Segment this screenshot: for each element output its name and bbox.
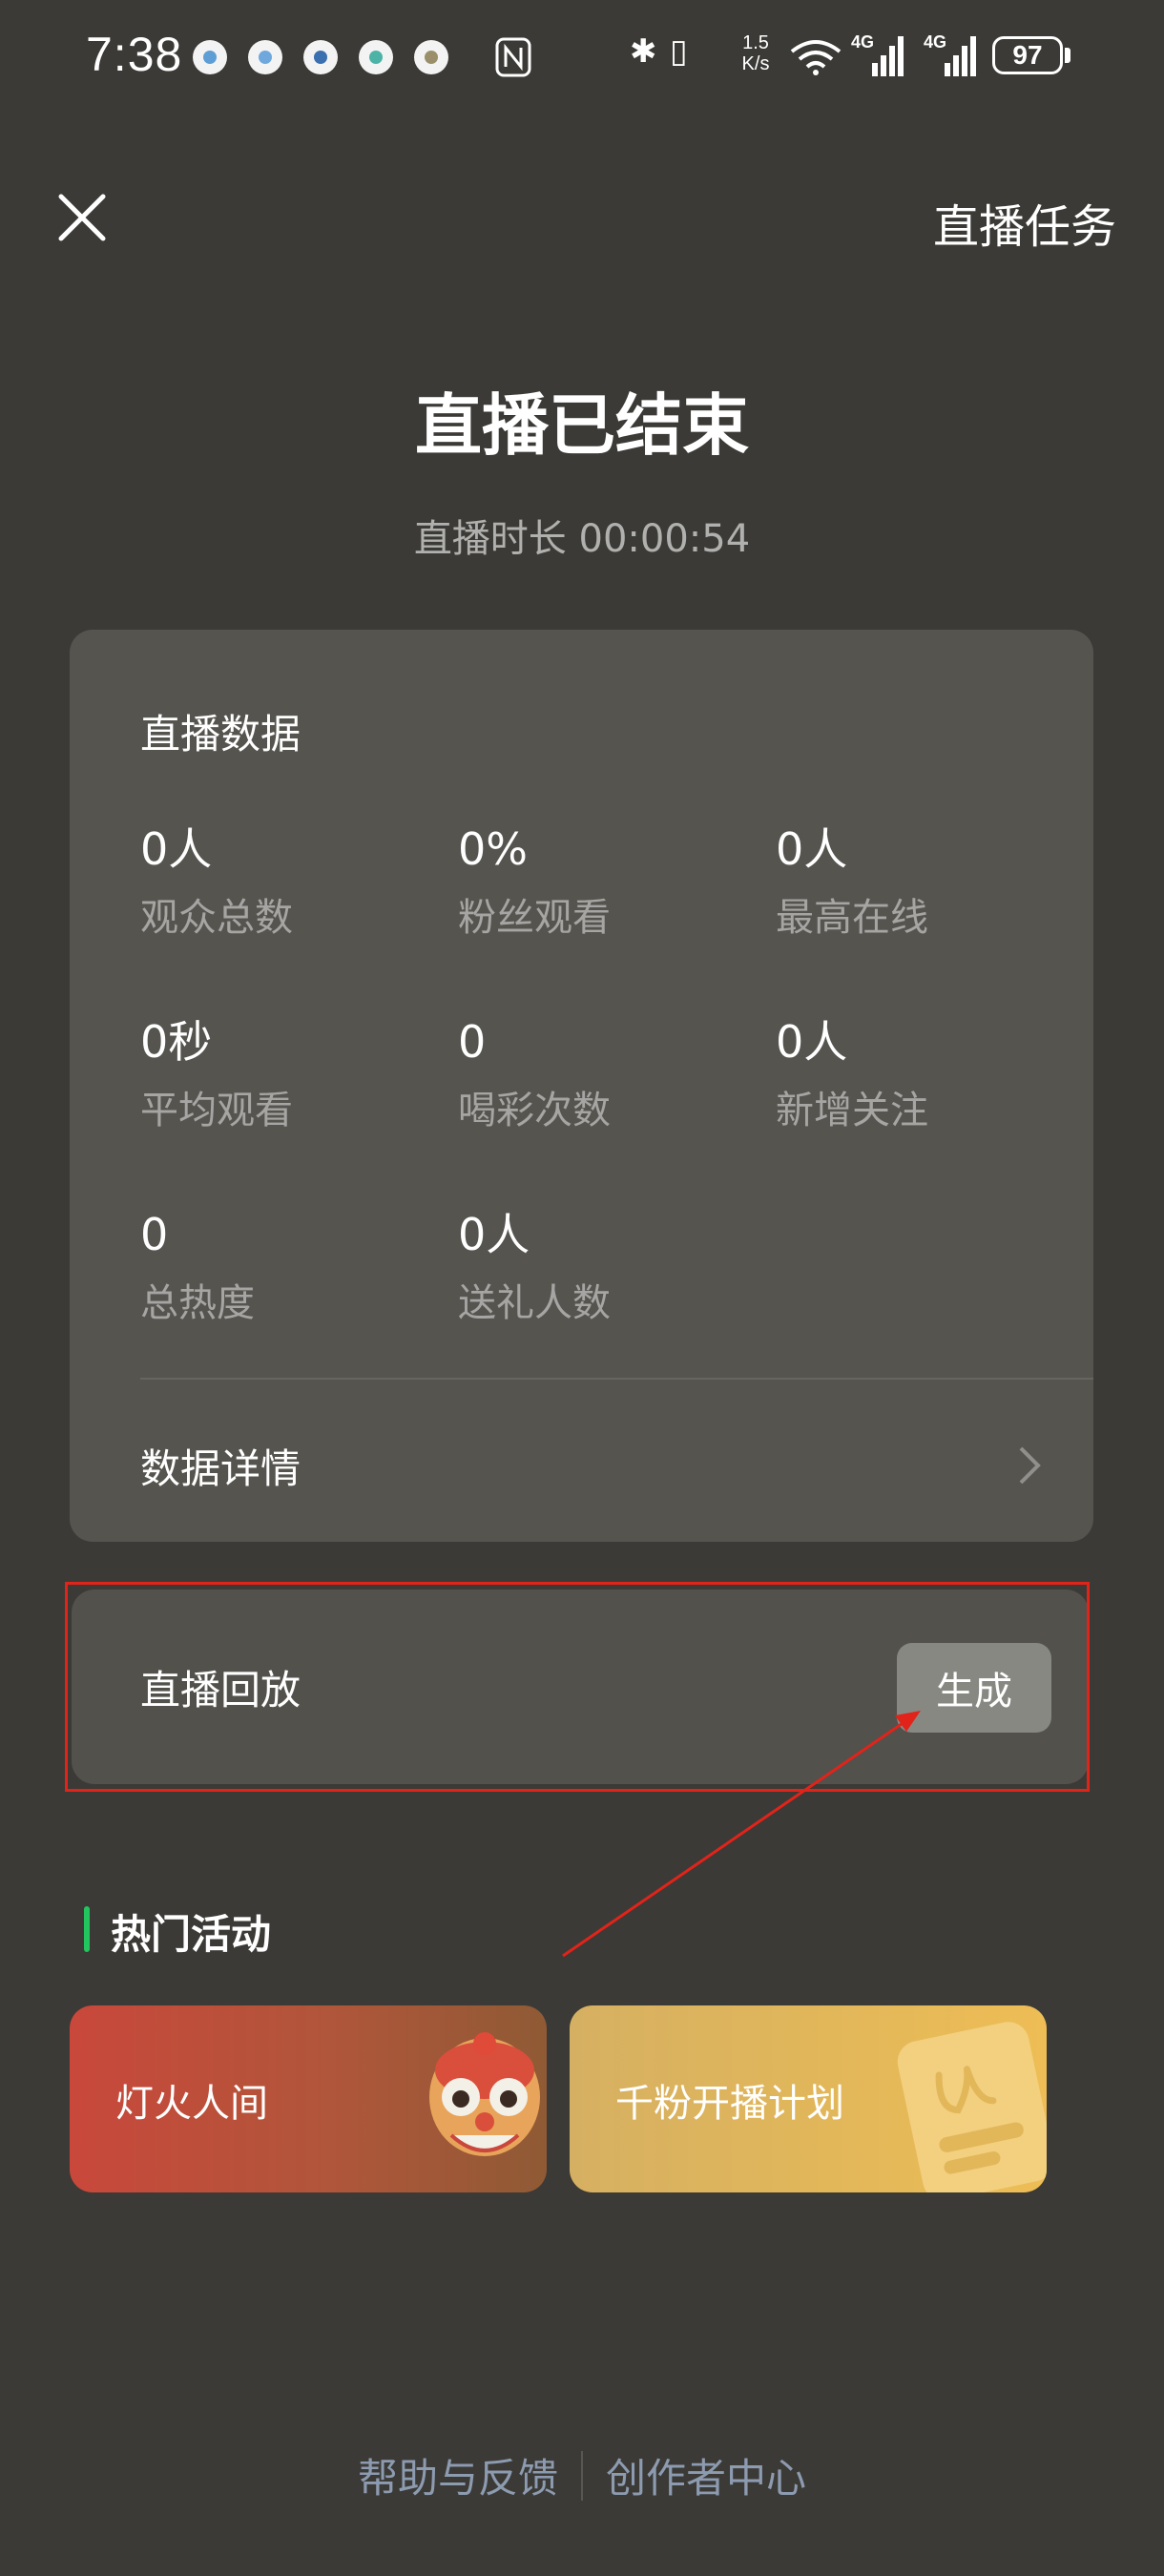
document-icon: [897, 2022, 1047, 2192]
creator-center-link[interactable]: 创作者中心: [583, 2446, 829, 2504]
activity-card-lanterns[interactable]: 灯火人间: [70, 2005, 547, 2192]
hot-activities-title: 热门活动: [111, 1911, 272, 1958]
activity-card-fan-plan[interactable]: 千粉开播计划: [570, 2005, 1047, 2192]
activity-label: 千粉开播计划: [615, 2082, 844, 2126]
section-accent-bar: [84, 1906, 90, 1952]
lion-dance-icon: [429, 2032, 540, 2156]
help-feedback-link[interactable]: 帮助与反馈: [335, 2446, 581, 2504]
activity-label: 灯火人间: [115, 2082, 268, 2126]
footer: 帮助与反馈 创作者中心: [0, 2446, 1164, 2504]
